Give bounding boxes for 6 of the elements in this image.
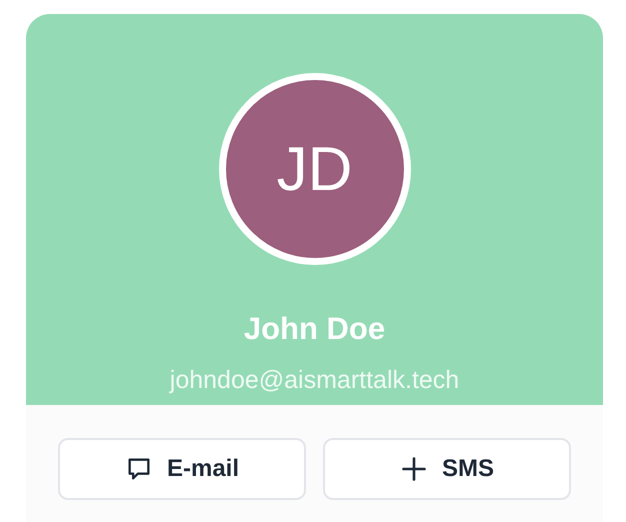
user-name: John Doe [244,310,386,348]
sms-button[interactable]: SMS [323,438,571,500]
email-button[interactable]: E-mail [58,438,306,500]
avatar: JD [218,73,410,265]
user-email: johndoe@aismarttalk.tech [170,365,460,396]
plus-icon [400,455,428,483]
